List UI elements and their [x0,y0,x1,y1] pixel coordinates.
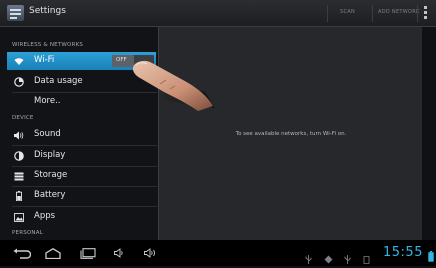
settings-notification-icon [324,249,333,264]
wifi-content-pane: To see available networks, turn Wi-Fi on… [158,27,422,240]
sidebar-item-wifi[interactable]: Wi-Fi OFF [7,52,156,70]
usb-icon [305,249,312,264]
apps-icon [14,212,24,222]
divider [327,5,328,22]
volume-down-icon[interactable] [114,246,126,260]
section-header-personal: PERSONAL [12,230,43,236]
sidebar-item-label: Data usage [34,76,83,86]
wifi-toggle[interactable]: OFF [112,55,154,67]
battery-status-icon [428,247,435,262]
add-network-button[interactable]: ADD NETWORK [378,9,420,15]
wifi-off-message: To see available networks, turn Wi-Fi on… [235,131,347,137]
settings-icon[interactable] [7,5,24,21]
usb-debug-icon [344,249,351,264]
status-clock: 15:55 [383,245,423,260]
divider [12,145,157,146]
sidebar-item-label: Wi-Fi [34,55,55,65]
sidebar-item-label: Battery [34,190,66,200]
sidebar-item-label: Apps [34,211,56,221]
overflow-menu-icon[interactable] [424,6,427,21]
sidebar-item-label: Display [34,150,66,160]
storage-icon [14,171,24,181]
section-header-device: DEVICE [12,115,34,121]
system-bar: 15:55 [0,240,436,266]
sidebar-item-data-usage[interactable]: Data usage [7,73,156,91]
recent-apps-icon[interactable] [80,246,96,260]
divider [417,5,418,22]
sidebar-item-display[interactable]: Display [7,147,156,165]
divider [12,206,157,207]
sidebar-item-apps[interactable]: Apps [7,208,156,226]
sidebar-item-label: More.. [34,96,61,106]
wifi-icon [14,56,24,66]
display-icon [14,151,24,161]
sidebar-item-storage[interactable]: Storage [7,167,156,185]
sidebar-item-label: Sound [34,129,61,139]
data-usage-icon [14,77,24,87]
sidebar-item-label: Storage [34,170,68,180]
volume-up-icon[interactable] [144,246,158,260]
home-icon[interactable] [45,246,61,260]
sidebar-item-battery[interactable]: Battery [7,187,156,205]
divider [372,5,373,22]
sidebar-item-more[interactable]: More.. [7,93,156,111]
scan-button[interactable]: SCAN [340,9,355,15]
sidebar-item-sound[interactable]: Sound [7,126,156,144]
toggle-state: OFF [116,57,127,63]
action-bar: Settings SCAN ADD NETWORK [0,0,436,27]
page-title: Settings [29,6,66,16]
section-header-wireless: WIRELESS & NETWORKS [12,42,84,48]
battery-icon [14,191,24,201]
settings-sidebar: WIRELESS & NETWORKS Wi-Fi OFF Data usage… [0,27,158,240]
back-icon[interactable] [13,246,31,260]
sound-icon [14,130,24,140]
sd-card-icon [363,249,370,264]
